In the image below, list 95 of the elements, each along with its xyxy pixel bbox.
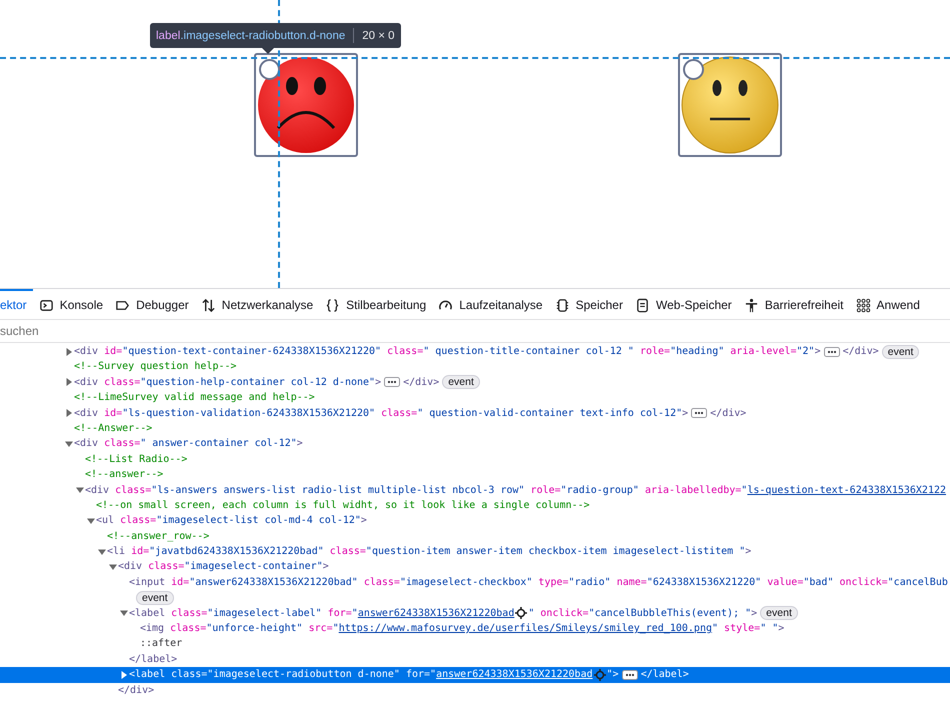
- markup-text: <div id="ls-question-validation-624338X1536X21220" class=" question-valid-container text-info col-12">: [74, 406, 688, 421]
- markup-row[interactable]: <!--on small screen, each column is full widht, so it look like a single column-->: [0, 498, 950, 514]
- expanded-arrow-icon[interactable]: [76, 486, 84, 494]
- markup-text: <ul class="imageselect-list col-md-4 col-12">: [96, 514, 367, 528]
- tab-icon: [325, 298, 340, 312]
- event-badge[interactable]: event: [882, 344, 920, 359]
- markup-row[interactable]: <!--Answer-->: [0, 420, 950, 436]
- attribute-link[interactable]: answer624338X1536X21220bad: [436, 669, 593, 680]
- markup-text: <!--List Radio-->: [85, 452, 188, 467]
- tab-icon: [744, 298, 759, 312]
- markup-text: <div class="ls-answers answers-list radio-list multiple-list nbcol-3 row" role="radio-group" aria-labelledby="ls-question-text-624338X1536X2122: [85, 484, 946, 498]
- attribute-link[interactable]: answer624338X1536X21220bad: [358, 608, 514, 619]
- markup-row[interactable]: <div class="ls-answers answers-list radio-list multiple-list nbcol-3 row" role="radio-group" aria-labelledby="ls-question-text-624338X1536X2122: [0, 482, 950, 498]
- devtools-tab[interactable]: ektor: [0, 289, 33, 319]
- expanded-arrow-icon[interactable]: [65, 440, 73, 448]
- markup-row[interactable]: <ul class="imageselect-list col-md-4 col-12">: [0, 513, 950, 529]
- devtools-tab[interactable]: Konsole: [32, 289, 110, 319]
- attribute-link[interactable]: https://www.mafosurvey.de/userfiles/Smileys/smiley_red_100.png: [338, 623, 712, 634]
- expanded-arrow-icon[interactable]: [120, 609, 128, 618]
- markup-row[interactable]: <label class="imageselect-label" for="answer624338X1536X21220bad " onclick="cancelBubbleThis(event); "> event: [0, 606, 950, 622]
- markup-text: ::after: [140, 637, 182, 652]
- markup-row[interactable]: </div>: [0, 682, 950, 698]
- devtools-tab[interactable]: Netzwerkanalyse: [194, 289, 320, 319]
- markup-text: </div>: [842, 345, 879, 359]
- markup-row[interactable]: <!--answer-->: [0, 467, 950, 483]
- markup-text: <label class="imageselect-label" for="answer624338X1536X21220bad: [129, 606, 514, 621]
- markup-row[interactable]: <img class="unforce-height" src="https://www.mafosurvey.de/userfiles/Smileys/smiley_red_100.png" style=" ">: [0, 621, 950, 636]
- event-badge[interactable]: event: [136, 590, 174, 605]
- ellipsis-icon[interactable]: [824, 346, 840, 357]
- tab-icon: [438, 298, 454, 312]
- markup-text: </label>: [640, 668, 689, 682]
- event-badge[interactable]: event: [760, 606, 798, 620]
- markup-row[interactable]: ::after: [0, 636, 950, 652]
- search-field[interactable]: suchen: [0, 324, 300, 338]
- markup-text: <label class="imageselect-radiobutton d-none" for="answer624338X1536X21220bad: [129, 668, 593, 682]
- tab-icon: [856, 298, 871, 312]
- markup-text: <div class=" answer-container col-12">: [74, 437, 303, 452]
- markup-text: <img class="unforce-height" src="https://www.mafosurvey.de/userfiles/Smileys/smiley_red_100.png" style=" ">: [140, 622, 784, 636]
- tooltip-selector: label.imageselect-radiobutton.d-none: [156, 30, 346, 42]
- collapsed-arrow-icon[interactable]: [65, 378, 73, 386]
- devtools-tab[interactable]: Speicher: [548, 289, 629, 319]
- expanded-arrow-icon[interactable]: [109, 563, 117, 572]
- markup-row[interactable]: <div class=" answer-container col-12">: [0, 436, 950, 452]
- markup-row[interactable]: <label class="imageselect-radiobutton d-none" for="answer624338X1536X21220bad "> </label>: [0, 667, 950, 683]
- markup-text: <li id="javatbd624338X1536X21220bad" class="question-item answer-item checkbox-item imageselect-listitem ">: [107, 545, 752, 560]
- markup-row[interactable]: <div id="ls-question-validation-624338X1536X21220" class=" question-valid-container text-info col-12"> </div>: [0, 406, 950, 421]
- tooltip-size: 20 × 0: [362, 30, 395, 42]
- collapsed-arrow-icon[interactable]: [65, 409, 73, 418]
- markup-row[interactable]: </label>: [0, 652, 950, 668]
- markup-text: </div>: [118, 684, 154, 698]
- markup-row[interactable]: <div class="imageselect-container">: [0, 559, 950, 575]
- markup-text: </label>: [129, 652, 178, 667]
- markup-row[interactable]: <li id="javatbd624338X1536X21220bad" class="question-item answer-item checkbox-item imageselect-listitem ">: [0, 544, 950, 560]
- expanded-arrow-icon[interactable]: [87, 516, 95, 525]
- markup-text: <!--on small screen, each column is full widht, so it look like a single column-->: [96, 498, 590, 513]
- markup-text: <div id="question-text-container-624338X1536X21220" class=" question-title-container col-12 " role="heading" aria-level="2">: [74, 345, 821, 359]
- markup-text: <!--Answer-->: [74, 422, 152, 436]
- markup-row[interactable]: <!--List Radio-->: [0, 452, 950, 468]
- tab-icon: [38, 298, 54, 312]
- markup-text: </div>: [710, 406, 746, 421]
- markup-row[interactable]: <div class="question-help-container col-12 d-none"> </div> event: [0, 374, 950, 390]
- collapsed-arrow-icon[interactable]: [120, 670, 128, 679]
- tab-icon: [554, 298, 570, 312]
- radio-button[interactable]: [259, 59, 280, 80]
- markup-text: <!--answer-->: [85, 468, 164, 482]
- markup-text: <div class="question-help-container col-12 d-none">: [74, 376, 382, 390]
- markup-row[interactable]: <div id="question-text-container-624338X1536X21220" class=" question-title-container col-12 " role="heading" aria-level="2"> </div> event: [0, 344, 950, 360]
- markup-text: </div>: [403, 376, 440, 390]
- ellipsis-icon[interactable]: [691, 408, 708, 418]
- expanded-arrow-icon[interactable]: [98, 548, 106, 556]
- devtools-tab[interactable]: Anwend: [850, 289, 926, 319]
- markup-text: <div class="imageselect-container">: [118, 560, 329, 574]
- markup-row[interactable]: <!--answer_row-->: [0, 528, 950, 544]
- event-badge[interactable]: event: [442, 375, 480, 390]
- devtools-tab[interactable]: Barrierefreiheit: [738, 289, 850, 319]
- markup-text: <!--Survey question help-->: [74, 360, 237, 374]
- markup-text: " onclick="cancelBubbleThis(event); ">: [528, 606, 758, 621]
- markup-text: <input id="answer624338X1536X21220bad" class="imageselect-checkbox" type="radio" name="624338X1536X21220" value="bad" onclick="cancelBub: [129, 576, 948, 590]
- crosshair-icon[interactable]: [515, 607, 528, 620]
- devtools-tab[interactable]: Web-Speicher: [628, 289, 738, 319]
- devtools-tab[interactable]: Debugger: [109, 289, 195, 319]
- ellipsis-icon[interactable]: [622, 670, 638, 680]
- markup-row[interactable]: <!--Survey question help-->: [0, 359, 950, 375]
- collapsed-arrow-icon[interactable]: [65, 348, 73, 356]
- markup-text: ">: [606, 668, 619, 682]
- tab-icon: [200, 298, 216, 312]
- ellipsis-icon[interactable]: [384, 377, 400, 388]
- devtools-tab[interactable]: Laufzeitanalyse: [432, 289, 549, 319]
- attribute-link[interactable]: ls-question-text-624338X1536X2122: [747, 484, 946, 496]
- markup-row[interactable]: <!--LimeSurvey valid message and help-->: [0, 390, 950, 406]
- devtools-tab[interactable]: Stilbearbeitung: [319, 289, 432, 319]
- radio-button[interactable]: [683, 59, 704, 80]
- markup-text: <!--LimeSurvey valid message and help-->: [74, 391, 315, 406]
- markup-text: <!--answer_row-->: [107, 530, 210, 544]
- tab-icon: [634, 298, 650, 312]
